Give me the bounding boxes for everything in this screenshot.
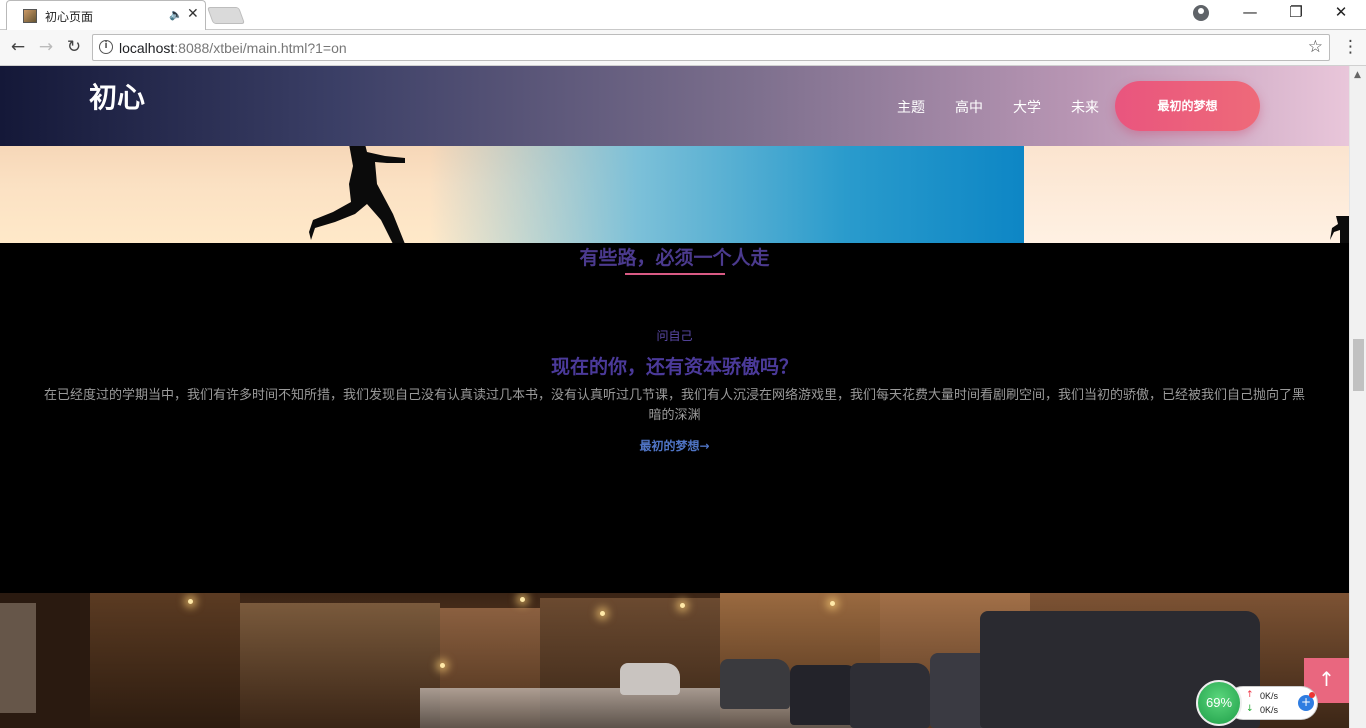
- url-host: localhost: [119, 40, 175, 56]
- section-eyebrow: 问自己: [656, 329, 693, 343]
- hero-image: [0, 146, 1349, 243]
- browser-toolbar: ← → ↻ i localhost:8088/xtbei/main.html?1…: [0, 30, 1366, 66]
- section-heading: 有些路，必须一个人走: [579, 247, 770, 269]
- download-speed: 0K/s: [1260, 705, 1279, 715]
- shop-window: [0, 603, 36, 713]
- restore-button[interactable]: ❐: [1281, 3, 1311, 21]
- hero-right-panel: [1024, 146, 1349, 243]
- upload-speed: 0K/s: [1260, 691, 1279, 701]
- nav-link-theme[interactable]: 主题: [897, 97, 925, 117]
- favicon-icon: [23, 9, 37, 23]
- nav-link-highschool[interactable]: 高中: [955, 97, 983, 117]
- street-light: [520, 597, 525, 602]
- site-header: 初心 主题 高中 大学 未来 最初的梦想: [0, 66, 1349, 146]
- runner-silhouette: [309, 146, 405, 243]
- tab-close-icon[interactable]: ✕: [187, 6, 199, 22]
- download-arrow-icon: ↓: [1246, 704, 1254, 714]
- memory-usage-badge[interactable]: 69%: [1196, 680, 1242, 726]
- tab-title: 初心页面: [45, 10, 94, 24]
- parked-car: [850, 663, 930, 728]
- content-section: 有些路，必须一个人走 问自己 现在的你，还有资本骄傲吗？ 在已经度过的学期当中，…: [0, 243, 1349, 593]
- nav-link-university[interactable]: 大学: [1013, 97, 1041, 117]
- building: [90, 593, 240, 728]
- site-logo[interactable]: 初心: [89, 76, 145, 116]
- browser-tabstrip: 初心页面 🔈 ✕ — ❐ ✕: [0, 0, 1366, 30]
- runner-silhouette-right: [1330, 216, 1349, 243]
- hero-sky: [430, 146, 1024, 243]
- bookmark-star-icon[interactable]: ☆: [1308, 37, 1323, 57]
- street-light: [188, 599, 193, 604]
- back-button[interactable]: ←: [7, 37, 29, 57]
- section-title: 现在的你，还有资本骄傲吗？: [550, 356, 798, 378]
- section-body: 在已经度过的学期当中，我们有许多时间不知所措，我们发现自己没有认真读过几本书，没…: [43, 388, 1305, 423]
- url-text[interactable]: localhost:8088/xtbei/main.html?1=on: [119, 40, 347, 56]
- street-light: [680, 603, 685, 608]
- page-scrollbar[interactable]: ▲: [1349, 66, 1366, 728]
- audio-icon[interactable]: 🔈: [169, 8, 183, 21]
- browser-menu-icon[interactable]: ⋮: [1342, 37, 1359, 57]
- new-tab-button[interactable]: [206, 7, 246, 24]
- minimize-button[interactable]: —: [1235, 3, 1265, 21]
- account-icon[interactable]: [1193, 5, 1209, 21]
- page-viewport: 初心 主题 高中 大学 未来 最初的梦想 有些路，必须一个人走 问自己 现在的你…: [0, 66, 1349, 728]
- scroll-up-icon[interactable]: ▲: [1354, 70, 1361, 80]
- url-path: :8088/xtbei/main.html?1=on: [174, 40, 347, 56]
- heading-underline: [625, 273, 725, 275]
- forward-button[interactable]: →: [35, 37, 57, 57]
- parked-car: [720, 659, 790, 709]
- window-close-button[interactable]: ✕: [1326, 3, 1356, 21]
- first-dream-link[interactable]: 最初的梦想→: [0, 437, 1349, 454]
- site-info-icon[interactable]: i: [99, 40, 113, 54]
- notification-dot: [1309, 692, 1315, 698]
- street-light: [600, 611, 605, 616]
- upload-arrow-icon: ↑: [1246, 690, 1254, 700]
- first-dream-button[interactable]: 最初的梦想: [1115, 81, 1260, 131]
- network-speed-widget[interactable]: 69% ↑ ↓ 0K/s 0K/s +: [1196, 680, 1322, 726]
- scroll-thumb[interactable]: [1353, 339, 1364, 391]
- street-light: [440, 663, 445, 668]
- reload-button[interactable]: ↻: [63, 37, 85, 57]
- address-bar[interactable]: i localhost:8088/xtbei/main.html?1=on ☆: [92, 34, 1330, 61]
- building: [240, 603, 440, 728]
- parked-car: [620, 663, 680, 695]
- street-light: [830, 601, 835, 606]
- browser-tab[interactable]: 初心页面 🔈 ✕: [6, 0, 206, 30]
- city-street-image: [0, 593, 1349, 728]
- nav-link-future[interactable]: 未来: [1071, 97, 1099, 117]
